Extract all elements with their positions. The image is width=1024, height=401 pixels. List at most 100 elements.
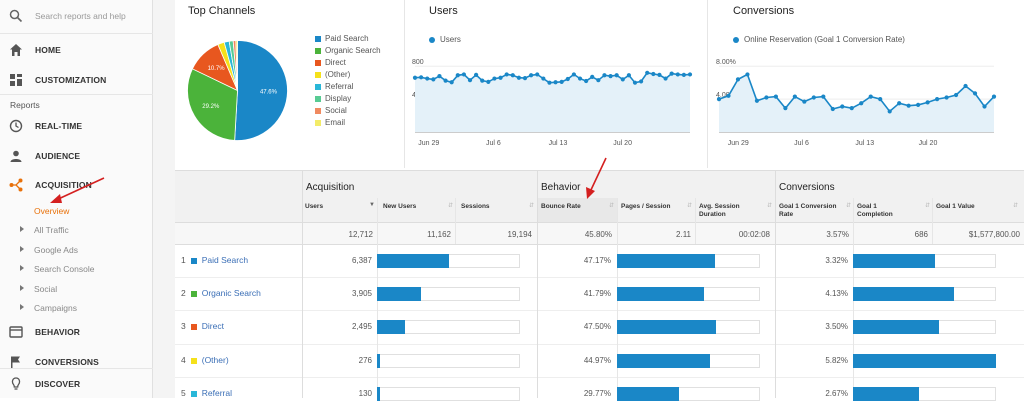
data-point[interactable]: [492, 76, 497, 81]
data-point[interactable]: [972, 91, 978, 96]
sort-icon[interactable]: ⇵: [687, 202, 692, 209]
header-bounce-rate[interactable]: Bounce Rate: [541, 203, 615, 211]
data-point[interactable]: [571, 72, 576, 77]
data-point[interactable]: [887, 109, 892, 114]
data-point[interactable]: [620, 77, 625, 82]
data-point[interactable]: [726, 93, 731, 98]
data-point[interactable]: [412, 75, 418, 80]
data-point[interactable]: [516, 75, 521, 80]
data-point[interactable]: [467, 78, 473, 83]
data-point[interactable]: [565, 76, 570, 82]
data-point[interactable]: [764, 95, 769, 100]
data-point[interactable]: [559, 79, 564, 84]
data-point[interactable]: [669, 71, 674, 76]
sort-icon[interactable]: ⇵: [529, 202, 534, 209]
data-point[interactable]: [449, 80, 454, 85]
data-point[interactable]: [608, 73, 613, 79]
data-point[interactable]: [663, 76, 668, 81]
data-point[interactable]: [498, 75, 503, 80]
header-users[interactable]: Users: [305, 203, 375, 211]
data-point[interactable]: [443, 78, 448, 83]
data-point[interactable]: [639, 79, 644, 84]
channel-link[interactable]: 3 Direct: [181, 321, 224, 331]
data-point[interactable]: [651, 71, 656, 77]
data-point[interactable]: [645, 70, 650, 75]
nav-home[interactable]: HOME: [0, 37, 153, 63]
data-point[interactable]: [953, 92, 959, 98]
data-point[interactable]: [584, 78, 589, 84]
header-sessions[interactable]: Sessions: [461, 203, 531, 211]
channel-link[interactable]: 4 (Other): [181, 355, 229, 365]
data-point[interactable]: [687, 72, 693, 77]
data-point[interactable]: [802, 99, 807, 104]
data-point[interactable]: [830, 106, 835, 112]
data-point[interactable]: [773, 94, 778, 99]
sort-icon[interactable]: ⇵: [925, 202, 930, 209]
data-point[interactable]: [474, 72, 479, 77]
data-point[interactable]: [553, 80, 558, 85]
data-point[interactable]: [963, 83, 968, 89]
header-goal1-completion[interactable]: Goal 1 Completion: [857, 203, 909, 219]
nav-social[interactable]: Social: [0, 279, 153, 297]
data-point[interactable]: [878, 97, 883, 102]
data-point[interactable]: [437, 73, 442, 79]
data-point[interactable]: [840, 104, 845, 109]
data-point[interactable]: [935, 97, 940, 102]
nav-behavior[interactable]: BEHAVIOR: [0, 319, 153, 345]
nav-customization[interactable]: CUSTOMIZATION: [0, 67, 153, 93]
sort-icon[interactable]: ⇵: [767, 202, 772, 209]
nav-realtime[interactable]: REAL-TIME: [0, 113, 153, 139]
nav-google-ads[interactable]: Google Ads: [0, 240, 153, 258]
header-avg-session-duration[interactable]: Avg. Session Duration: [699, 203, 759, 219]
nav-discover[interactable]: DISCOVER: [0, 371, 153, 397]
sort-icon[interactable]: ⇵: [1013, 202, 1018, 209]
data-point[interactable]: [811, 95, 816, 100]
data-point[interactable]: [461, 72, 466, 77]
data-point[interactable]: [596, 78, 601, 83]
data-point[interactable]: [849, 106, 854, 111]
data-point[interactable]: [906, 103, 911, 108]
sort-desc-icon[interactable]: ▼: [369, 202, 375, 208]
data-point[interactable]: [632, 80, 638, 85]
data-point[interactable]: [991, 94, 997, 99]
data-point[interactable]: [657, 72, 662, 77]
search-box[interactable]: Search reports and help: [0, 0, 153, 34]
data-point[interactable]: [486, 79, 491, 84]
sort-icon[interactable]: ⇵: [846, 202, 851, 209]
nav-audience[interactable]: AUDIENCE: [0, 143, 153, 169]
data-point[interactable]: [577, 76, 583, 81]
data-point[interactable]: [455, 73, 460, 78]
data-point[interactable]: [480, 78, 485, 83]
header-new-users[interactable]: New Users: [383, 203, 453, 211]
data-point[interactable]: [541, 76, 546, 81]
channel-link[interactable]: 1 Paid Search: [181, 255, 248, 265]
data-point[interactable]: [681, 72, 686, 77]
nav-all-traffic[interactable]: All Traffic: [0, 220, 153, 238]
header-goal1-value[interactable]: Goal 1 Value: [936, 203, 1006, 211]
data-point[interactable]: [510, 73, 515, 78]
data-point[interactable]: [504, 72, 509, 77]
data-point[interactable]: [626, 73, 631, 78]
data-point[interactable]: [982, 104, 987, 109]
data-point[interactable]: [716, 97, 722, 102]
data-point[interactable]: [925, 100, 930, 105]
data-point[interactable]: [529, 73, 534, 78]
data-point[interactable]: [522, 76, 528, 81]
data-point[interactable]: [675, 72, 680, 77]
sort-icon[interactable]: ⇵: [448, 202, 453, 209]
data-point[interactable]: [602, 73, 607, 78]
header-pages-session[interactable]: Pages / Session: [621, 203, 693, 211]
channel-link[interactable]: 2 Organic Search: [181, 288, 261, 298]
data-point[interactable]: [547, 80, 552, 85]
data-point[interactable]: [897, 101, 902, 106]
nav-campaigns[interactable]: Campaigns: [0, 298, 153, 316]
data-point[interactable]: [735, 77, 741, 82]
data-point[interactable]: [944, 95, 949, 100]
nav-search-console[interactable]: Search Console: [0, 259, 153, 277]
data-point[interactable]: [868, 94, 873, 99]
data-point[interactable]: [535, 72, 540, 77]
data-point[interactable]: [590, 74, 595, 80]
data-point[interactable]: [419, 75, 424, 80]
channel-link[interactable]: 5 Referral: [181, 388, 232, 398]
data-point[interactable]: [821, 94, 826, 99]
